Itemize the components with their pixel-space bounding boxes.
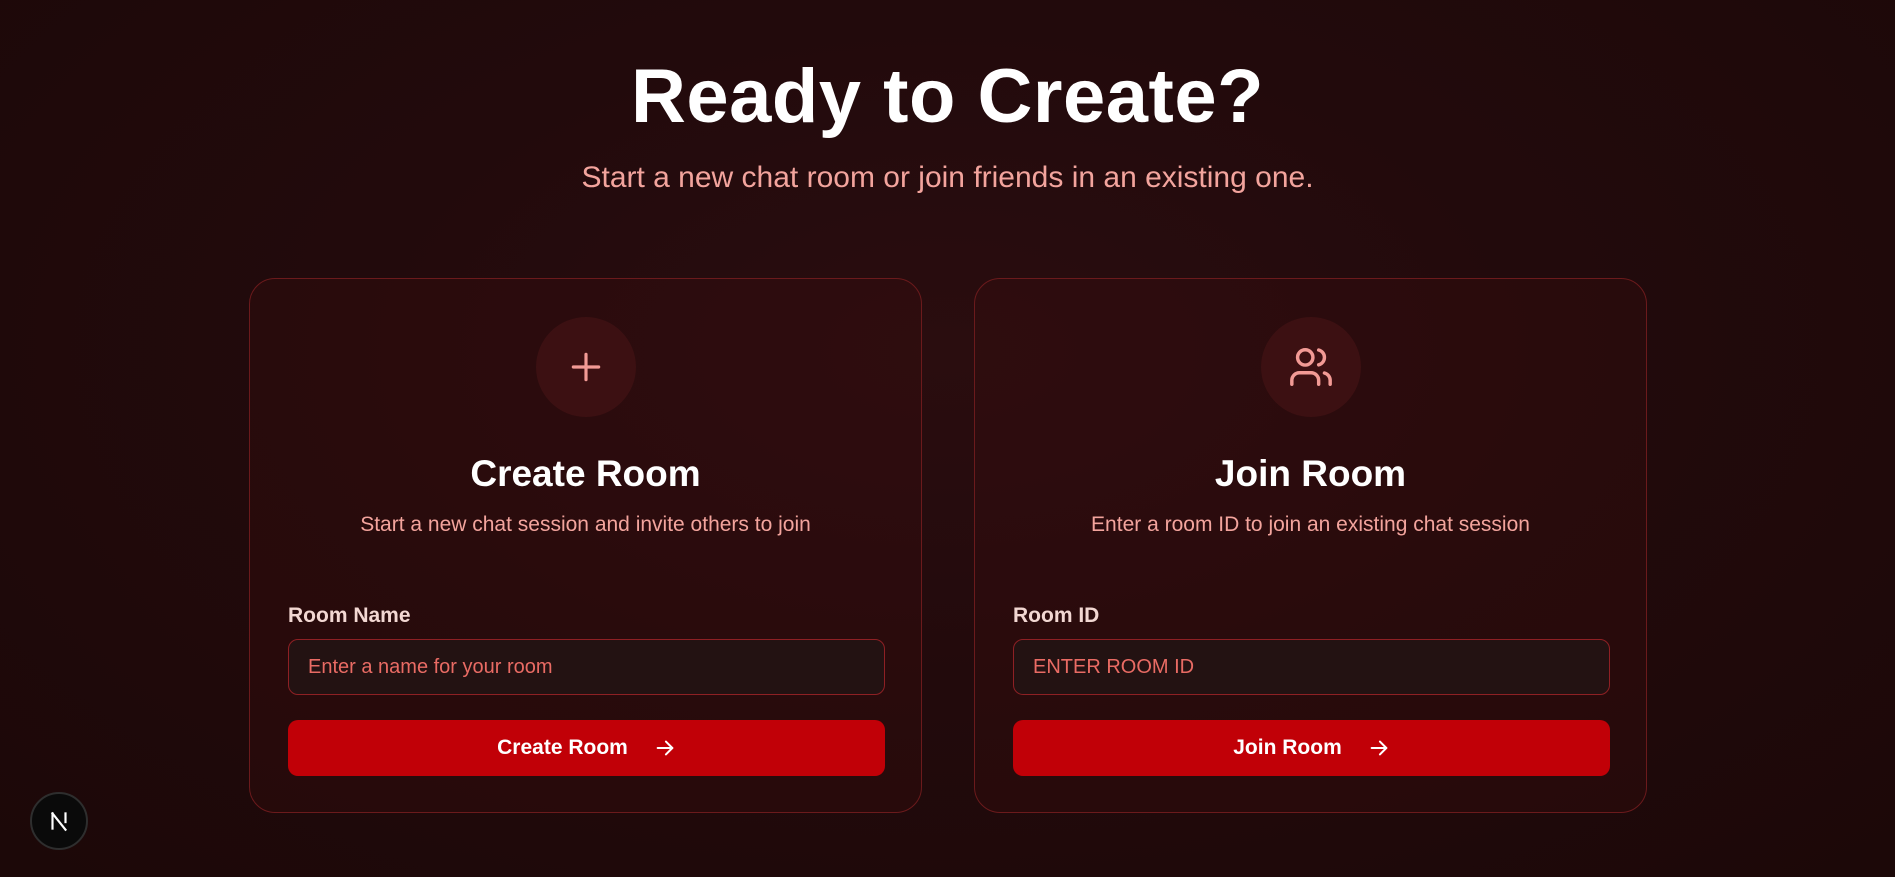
page-title: Ready to Create? bbox=[630, 54, 1265, 139]
join-room-description: Enter a room ID to join an existing chat… bbox=[1091, 513, 1530, 536]
join-room-button[interactable]: Join Room bbox=[1013, 720, 1610, 776]
create-room-description: Start a new chat session and invite othe… bbox=[360, 513, 811, 536]
create-room-card: Create Room Start a new chat session and… bbox=[249, 278, 922, 813]
arrow-right-icon bbox=[654, 737, 676, 759]
create-room-title: Create Room bbox=[470, 453, 701, 494]
room-name-input[interactable] bbox=[288, 639, 885, 695]
create-icon-circle bbox=[536, 317, 636, 417]
room-id-input[interactable] bbox=[1013, 639, 1610, 695]
nextjs-dev-badge[interactable] bbox=[30, 792, 88, 850]
room-name-label: Room Name bbox=[288, 604, 411, 627]
join-icon-circle bbox=[1261, 317, 1361, 417]
page-subtitle: Start a new chat room or join friends in… bbox=[581, 161, 1314, 194]
nextjs-logo-icon bbox=[50, 811, 68, 832]
join-room-title: Join Room bbox=[1214, 453, 1407, 494]
arrow-right-icon bbox=[1368, 737, 1390, 759]
create-room-button[interactable]: Create Room bbox=[288, 720, 885, 776]
plus-icon bbox=[571, 352, 601, 382]
users-icon bbox=[1290, 348, 1332, 386]
join-room-button-label: Join Room bbox=[1233, 736, 1342, 759]
room-id-label: Room ID bbox=[1013, 604, 1100, 627]
create-room-button-label: Create Room bbox=[497, 736, 628, 759]
join-room-card: Join Room Enter a room ID to join an exi… bbox=[974, 278, 1647, 813]
